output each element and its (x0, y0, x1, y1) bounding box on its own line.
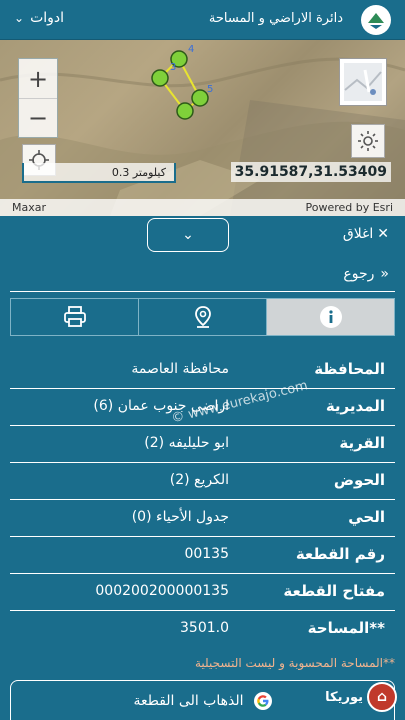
google-icon (253, 691, 272, 710)
detail-value: محافظة العاصمة (131, 361, 229, 377)
detail-label: رقم القطعة (295, 545, 385, 563)
close-button[interactable]: ✕ اغلاق (343, 226, 389, 242)
detail-value: 3501.0 (180, 620, 229, 636)
parcel-details: المحافظة محافظة العاصمة المديرية اراضي ج… (10, 352, 395, 648)
parcel-vertex[interactable] (151, 69, 169, 87)
detail-row-parcel-number: رقم القطعة 00135 (10, 537, 395, 574)
parcel-vertex[interactable] (176, 102, 194, 120)
back-button[interactable]: « رجوع (343, 266, 389, 282)
parcel-label: 5 (207, 84, 213, 95)
zoom-out-button[interactable]: − (19, 98, 57, 137)
detail-row-area: **المساحة 3501.0 (10, 611, 395, 648)
detail-value: 00135 (184, 546, 229, 562)
parcel-outline[interactable]: 4 3 5 (151, 44, 213, 120)
detail-row-basin: الحوض الكريع (2) (10, 463, 395, 500)
tools-menu[interactable]: ⌄ ادوات (14, 10, 64, 26)
top-bar: ⌄ ادوات دائرة الاراضي و المساحة (0, 0, 405, 40)
tab-print[interactable] (11, 299, 138, 335)
coordinates-readout: 35.91587,31.53409 (230, 162, 391, 182)
location-pin-icon (194, 306, 211, 328)
parcel-vertex[interactable] (191, 89, 209, 107)
tab-location[interactable] (138, 299, 266, 335)
collapse-panel-button[interactable]: ⌄ (147, 218, 229, 252)
detail-label: المحافظة (314, 360, 385, 378)
map-view[interactable]: 4 3 5 + − 0.3 كيلومتر 35.91587,31.53409 … (0, 40, 405, 216)
esri-credit: Powered by Esri (305, 201, 393, 214)
detail-value: 000200200000135 (95, 583, 229, 599)
back-label: رجوع (343, 266, 375, 282)
watermark-logo-text: يوريكا (325, 689, 363, 705)
info-icon (319, 306, 342, 328)
chevron-down-icon: ⌄ (182, 227, 194, 243)
print-icon (63, 306, 86, 327)
close-label: اغلاق (342, 226, 374, 242)
sun-icon (358, 131, 378, 151)
detail-label: الحي (348, 508, 385, 526)
eureka-logo-icon: ⌂ (367, 682, 397, 712)
detail-row-village: القرية ابو حليليفه (2) (10, 426, 395, 463)
map-attribution: Maxar Powered by Esri (0, 199, 405, 216)
detail-value: جدول الأحياء (0) (131, 509, 229, 525)
parcel-label: 4 (188, 44, 194, 55)
imagery-credit: Maxar (12, 201, 47, 214)
detail-row-neighborhood: الحي جدول الأحياء (0) (10, 500, 395, 537)
detail-value: الكريع (2) (169, 472, 229, 488)
chevron-down-icon: ⌄ (14, 11, 25, 25)
watermark-logo: يوريكا ⌂ (325, 682, 397, 712)
double-chevron-icon: « (380, 266, 389, 282)
close-icon: ✕ (377, 226, 389, 242)
area-note: **المساحة المحسوبة و ليست التسجيلية (194, 656, 395, 670)
basemap-toggle-button[interactable] (339, 58, 387, 106)
detail-label: القرية (339, 434, 385, 452)
detail-label: مفتاح القطعة (283, 582, 385, 600)
detail-row-parcel-key: مفتاح القطعة 000200200000135 (10, 574, 395, 611)
brightness-button[interactable] (351, 124, 385, 158)
parcel-label: 3 (170, 62, 176, 73)
detail-row-governorate: المحافظة محافظة العاصمة (10, 352, 395, 389)
detail-value: ابو حليليفه (2) (144, 435, 229, 451)
back-row: « رجوع (10, 262, 395, 292)
scale-bar: 0.3 كيلومتر (22, 163, 176, 183)
app-title: دائرة الاراضي و المساحة (208, 11, 343, 26)
detail-label: المديرية (325, 397, 385, 415)
zoom-control: + − (18, 58, 58, 138)
zoom-in-button[interactable]: + (19, 59, 57, 98)
dls-logo-icon (361, 5, 391, 35)
basemap-thumbnail-icon (344, 63, 382, 101)
detail-label: **المساحة (307, 619, 385, 637)
goto-label: الذهاب الى القطعة (133, 692, 244, 709)
panel-tabs (10, 298, 395, 336)
detail-label: الحوض (333, 471, 385, 489)
panel-header: ⌄ ✕ اغلاق (0, 216, 405, 256)
tools-label: ادوات (30, 10, 65, 26)
tab-info[interactable] (266, 299, 394, 335)
